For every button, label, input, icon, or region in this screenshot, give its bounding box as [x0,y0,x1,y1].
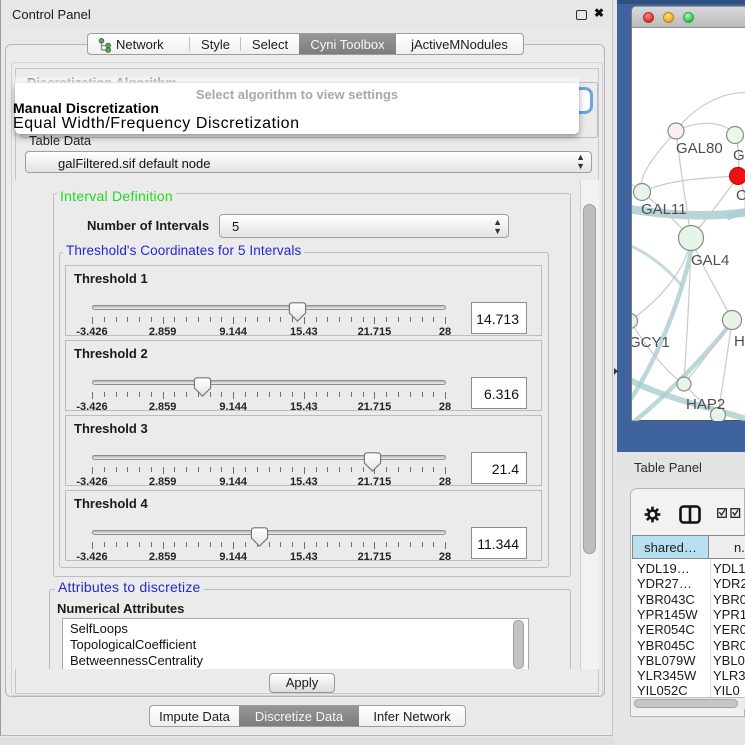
svg-text:G.: G. [733,147,745,164]
svg-text:GAL4: GAL4 [691,252,729,269]
svg-text:GAL80: GAL80 [676,140,723,157]
svg-text:GCY1: GCY1 [632,334,670,351]
svg-text:HAP2: HAP2 [686,396,725,413]
svg-text:GAL11: GAL11 [641,201,687,218]
svg-text:C: C [736,187,745,204]
svg-text:H: H [734,333,745,350]
